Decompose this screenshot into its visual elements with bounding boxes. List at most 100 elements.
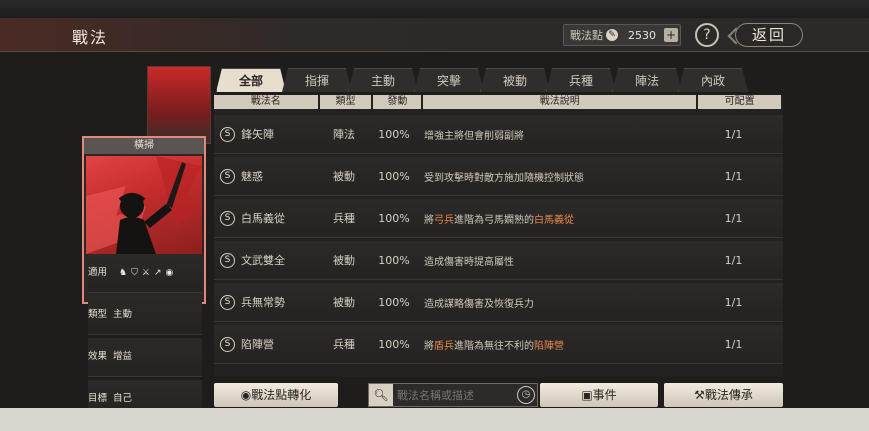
- add-points-button[interactable]: +: [664, 28, 678, 42]
- column-header-rate[interactable]: 發動: [373, 95, 422, 109]
- table-row[interactable]: S 魅惑 被動 100% 受到攻擊時對敵方施加隨機控制狀態 1/1: [214, 157, 783, 196]
- history-clock-icon[interactable]: ◷: [517, 386, 535, 404]
- tactic-name-cell: S 陷陣營: [214, 336, 318, 352]
- back-button[interactable]: 返回: [735, 23, 803, 47]
- bottom-toolbar: ◉戰法點轉化 🔍︎ ◷ ▣事件 ⚒戰法傳承: [214, 383, 783, 407]
- tactics-table: 戰法名 類型 發動 戰法說明 可配置 S 鋒矢陣 陣法 100% 增強主將但會削…: [214, 95, 783, 377]
- search-box: 🔍︎ ◷: [368, 383, 538, 407]
- tactic-card-art: [86, 156, 202, 254]
- table-row[interactable]: S 陷陣營 兵種 100% 將盾兵進階為無往不利的陷陣營 1/1: [214, 325, 783, 364]
- category-tabs: 全部 指揮 主動 突擊 被動 兵種 陣法 內政: [216, 68, 744, 94]
- table-row[interactable]: S 鋒矢陣 陣法 100% 增強主將但會削弱副將 1/1: [214, 115, 783, 154]
- description-highlight: 弓兵: [434, 214, 454, 226]
- tactic-type: 陣法: [333, 128, 355, 141]
- top-backdrop: [0, 0, 869, 20]
- card-stat-label: 適用: [88, 267, 108, 278]
- card-stat-row: 適用 ♞ ⛉ ⚔ ↗ ◉: [88, 254, 202, 293]
- tactic-type: 被動: [333, 296, 355, 309]
- tactic-name: 兵無常勢: [241, 296, 285, 309]
- tactic-name-cell: S 文武雙全: [214, 252, 318, 268]
- tactic-name: 文武雙全: [241, 254, 285, 267]
- card-stack-back: [147, 66, 211, 144]
- tactic-description: 造成謀略傷害及恢復兵力: [418, 295, 692, 310]
- tactic-name: 鋒矢陣: [241, 128, 274, 141]
- tactic-card-stats: 適用 ♞ ⛉ ⚔ ↗ ◉ 類型 主動 效果 增益 目標 自己: [88, 254, 202, 422]
- footer-strip: [0, 408, 869, 431]
- event-label: 事件: [592, 388, 617, 402]
- tactic-slots: 1/1: [724, 337, 743, 351]
- table-row[interactable]: S 文武雙全 被動 100% 造成傷害時提高屬性 1/1: [214, 241, 783, 280]
- convert-icon: ◉: [240, 388, 252, 402]
- tactic-description: 增強主將但會削弱副將: [418, 127, 692, 142]
- tactic-card[interactable]: 橫掃 適用 ♞ ⛉ ⚔ ↗ ◉ 類型 主動 效果 增益 目標 自己: [82, 136, 206, 419]
- search-input[interactable]: [397, 386, 509, 404]
- description-text: 將: [424, 214, 434, 226]
- help-button[interactable]: ?: [695, 23, 719, 47]
- rank-s-icon: S: [220, 336, 235, 352]
- cavalry-icon: ♞: [119, 268, 128, 278]
- rank-s-icon: S: [220, 168, 235, 184]
- card-stat-label: 效果: [88, 351, 108, 362]
- description-text: 造成傷害時提高屬性: [424, 256, 514, 268]
- table-row[interactable]: S 兵無常勢 被動 100% 造成謀略傷害及恢復兵力 1/1: [214, 283, 783, 322]
- card-stat-row: 效果 增益: [88, 338, 202, 377]
- tactic-description: 受到攻擊時對敵方施加隨機控制狀態: [418, 169, 692, 184]
- tab-all[interactable]: 全部: [216, 68, 286, 92]
- tab-formation[interactable]: 陣法: [612, 68, 682, 92]
- tab-assault[interactable]: 突擊: [414, 68, 484, 92]
- inherit-button[interactable]: ⚒戰法傳承: [664, 383, 783, 407]
- event-button[interactable]: ▣事件: [540, 383, 658, 407]
- tactic-points-box: 戰法點 ✎ 2530 +: [563, 24, 681, 46]
- card-stat-label: 目標: [88, 393, 108, 404]
- description-highlight: 盾兵: [434, 340, 454, 352]
- tactic-slots: 1/1: [724, 253, 743, 267]
- tactic-rate: 100%: [378, 253, 410, 267]
- tactic-slots: 1/1: [724, 127, 743, 141]
- tab-active[interactable]: 主動: [348, 68, 418, 92]
- card-stat-label: 類型: [88, 309, 108, 320]
- description-text: 造成謀略傷害及恢復兵力: [424, 298, 534, 310]
- column-header-slots[interactable]: 可配置: [698, 95, 781, 109]
- tactic-type: 兵種: [333, 338, 355, 351]
- description-text: 進階為無往不利的: [454, 340, 534, 352]
- shield-icon: ⛉: [131, 268, 138, 278]
- page-title: 戰法: [72, 28, 109, 47]
- hammer-icon: ⚒: [694, 388, 705, 402]
- table-row[interactable]: S 白馬義從 兵種 100% 將弓兵進階為弓馬嫻熟的白馬義從 1/1: [214, 199, 783, 238]
- tactic-rate: 100%: [378, 169, 410, 183]
- rank-s-icon: S: [220, 252, 235, 268]
- card-stat-value: 增益: [113, 351, 133, 362]
- spear-icon: ↗: [153, 268, 162, 278]
- crossed-swords-icon: ⚔: [141, 268, 150, 278]
- tactic-rate: 100%: [378, 295, 410, 309]
- inherit-label: 戰法傳承: [704, 388, 753, 402]
- tactic-rate: 100%: [378, 337, 410, 351]
- column-header-name[interactable]: 戰法名: [214, 95, 318, 109]
- tab-internal[interactable]: 內政: [678, 68, 748, 92]
- tactic-name-cell: S 兵無常勢: [214, 294, 318, 310]
- tactic-slots: 1/1: [724, 295, 743, 309]
- tactic-points-label: 戰法點: [570, 29, 603, 42]
- unit-icons: ♞ ⛉ ⚔ ↗ ◉: [119, 267, 173, 279]
- tactic-card-name: 橫掃: [84, 138, 204, 154]
- tactic-name-cell: S 魅惑: [214, 168, 318, 184]
- tactic-points-icon: ✎: [606, 29, 618, 41]
- convert-points-label: 戰法點轉化: [251, 388, 312, 402]
- convert-points-button[interactable]: ◉戰法點轉化: [214, 383, 338, 407]
- tactic-description: 將盾兵進階為無往不利的陷陣營: [418, 337, 692, 352]
- table-header: 戰法名 類型 發動 戰法說明 可配置: [214, 95, 783, 109]
- tactic-slots: 1/1: [724, 169, 743, 183]
- tactic-type: 兵種: [333, 212, 355, 225]
- column-header-type[interactable]: 類型: [319, 95, 372, 109]
- tab-troop[interactable]: 兵種: [546, 68, 616, 92]
- tab-passive[interactable]: 被動: [480, 68, 550, 92]
- rank-s-icon: S: [220, 126, 235, 142]
- tab-command[interactable]: 指揮: [282, 68, 352, 92]
- description-text: 增強主將但會削弱副將: [424, 130, 524, 142]
- description-highlight: 白馬義從: [534, 214, 574, 226]
- tactic-rate: 100%: [378, 211, 410, 225]
- tactic-points-value: 2530: [628, 28, 656, 42]
- search-icon[interactable]: 🔍︎: [369, 384, 393, 406]
- tactic-description: 造成傷害時提高屬性: [418, 253, 692, 268]
- card-stat-row: 類型 主動: [88, 296, 202, 335]
